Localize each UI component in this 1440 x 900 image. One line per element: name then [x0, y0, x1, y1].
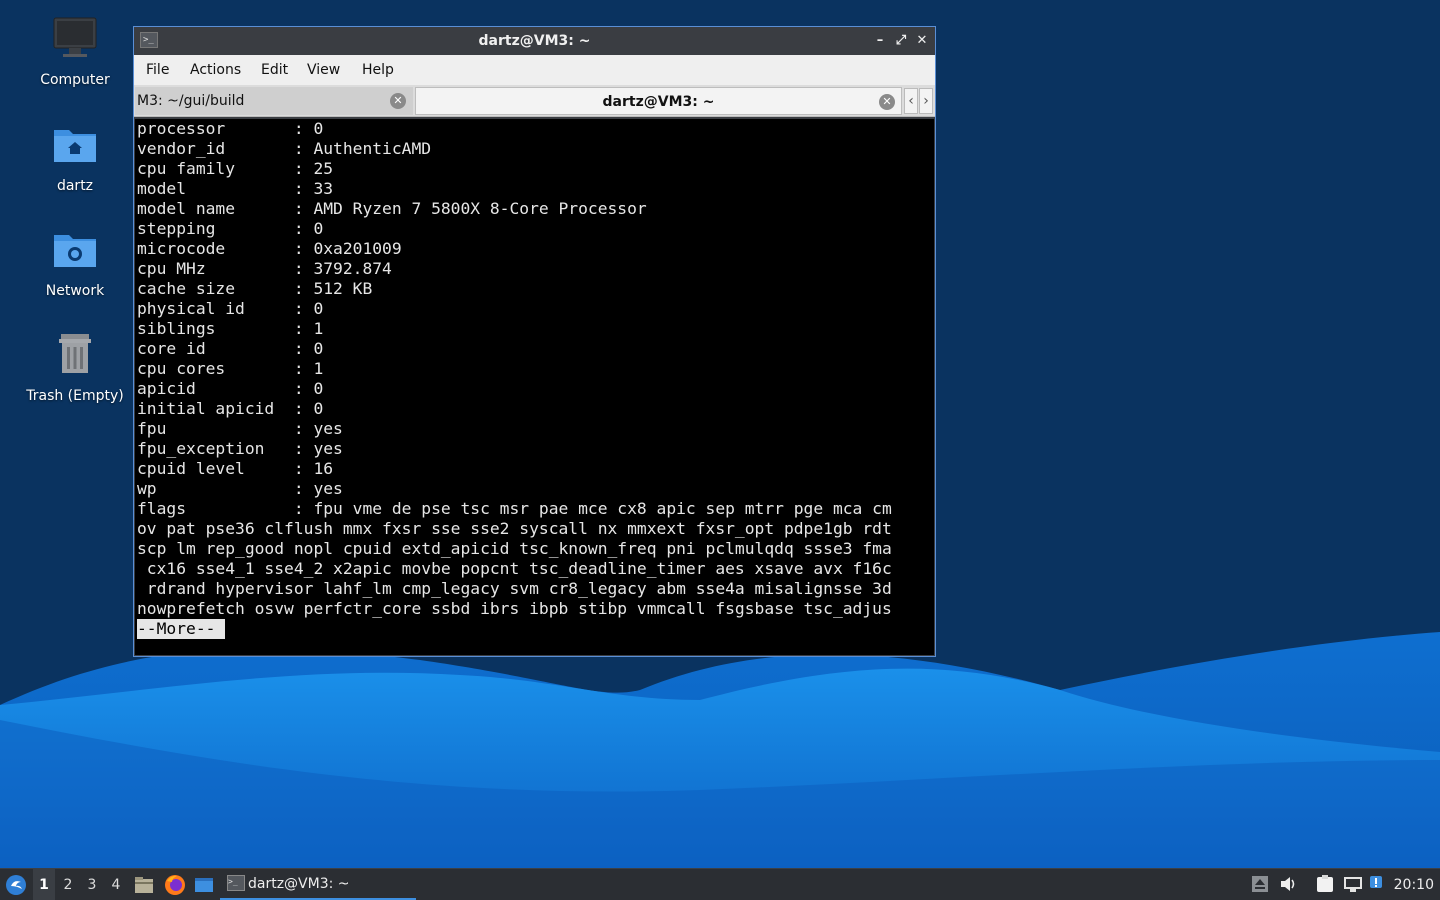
- terminal-line: apicid : 0: [137, 379, 324, 398]
- terminal-line: cx16 sse4_1 sse4_2 x2apic movbe popcnt t…: [137, 559, 892, 578]
- workspace-2[interactable]: 2: [57, 869, 79, 900]
- terminal-line: cpu MHz : 3792.874: [137, 259, 392, 278]
- desktop-icon-home[interactable]: dartz: [20, 120, 130, 194]
- terminal-line: fpu_exception : yes: [137, 439, 343, 458]
- task-label: dartz@VM3: ~: [248, 876, 350, 892]
- terminal-line: cache size : 512 KB: [137, 279, 373, 298]
- workspace-1[interactable]: 1: [33, 869, 55, 900]
- taskbar: 1 2 3 4 >_ dartz@VM3: ~ 20:10: [0, 868, 1440, 900]
- terminal-line: siblings : 1: [137, 319, 324, 338]
- chevron-left-icon[interactable]: ‹: [904, 88, 918, 114]
- terminal-line: wp : yes: [137, 479, 343, 498]
- chevron-right-icon[interactable]: ›: [919, 88, 933, 114]
- terminal-line: core id : 0: [137, 339, 324, 358]
- desktop-show-icon[interactable]: [194, 875, 214, 895]
- terminal-line: cpu cores : 1: [137, 359, 324, 378]
- window-title: dartz@VM3: ~: [478, 33, 591, 49]
- eject-icon[interactable]: [1251, 875, 1269, 893]
- desktop-icon-label: Network: [45, 283, 105, 299]
- terminal-line: nowprefetch osvw perfctr_core ssbd ibrs …: [137, 599, 892, 618]
- volume-icon[interactable]: [1279, 875, 1297, 893]
- terminal-line: model name : AMD Ryzen 7 5800X 8-Core Pr…: [137, 199, 647, 218]
- tab-close-icon[interactable]: ✕: [390, 93, 406, 109]
- terminal-line: physical id : 0: [137, 299, 324, 318]
- computer-icon: [53, 17, 97, 57]
- tab-close-icon[interactable]: ✕: [879, 94, 895, 110]
- tab-bar: M3: ~/gui/build ✕ dartz@VM3: ~ ✕ ‹ ›: [134, 85, 935, 117]
- notification-icon[interactable]: [1369, 875, 1387, 893]
- desktop-icon-trash[interactable]: Trash (Empty): [20, 330, 130, 404]
- terminal-icon: >_: [227, 875, 245, 891]
- terminal-text: processor : 0 vendor_id : AuthenticAMD cpu…: [135, 119, 934, 619]
- menu-edit[interactable]: Edit: [261, 55, 288, 85]
- terminal-line: microcode : 0xa201009: [137, 239, 402, 258]
- window-titlebar[interactable]: >_ dartz@VM3: ~ – ⤢ ✕: [134, 27, 935, 55]
- file-manager-icon[interactable]: [134, 875, 154, 895]
- terminal-window[interactable]: >_ dartz@VM3: ~ – ⤢ ✕ File Actions Edit …: [133, 26, 936, 657]
- more-prompt: --More--: [137, 619, 226, 639]
- tab-label: M3: ~/gui/build: [137, 93, 245, 109]
- tab-label: dartz@VM3: ~: [602, 94, 715, 110]
- workspace-3[interactable]: 3: [81, 869, 103, 900]
- terminal-line: vendor_id : AuthenticAMD: [137, 139, 432, 158]
- desktop-icon-label: Computer: [40, 72, 110, 88]
- clipboard-icon[interactable]: [1315, 875, 1337, 893]
- firefox-icon[interactable]: [164, 874, 186, 896]
- maximize-button[interactable]: ⤢: [891, 31, 911, 51]
- terminal-line: stepping : 0: [137, 219, 324, 238]
- desktop-icon-label: Trash (Empty): [26, 388, 124, 404]
- network-folder-icon: [54, 235, 96, 267]
- home-folder-icon: [54, 130, 96, 162]
- network-icon[interactable]: [1343, 875, 1363, 893]
- minimize-button[interactable]: –: [870, 31, 890, 51]
- menu-view[interactable]: View: [307, 55, 340, 85]
- taskbar-terminal-item[interactable]: >_ dartz@VM3: ~: [220, 869, 416, 900]
- terminal-line: cpuid level : 16: [137, 459, 334, 478]
- menubar: File Actions Edit View Help: [134, 55, 935, 85]
- desktop-icon-computer[interactable]: Computer: [20, 14, 130, 88]
- menu-file[interactable]: File: [146, 55, 169, 85]
- desktop-icon-network[interactable]: Network: [20, 225, 130, 299]
- terminal-output[interactable]: processor : 0 vendor_id : AuthenticAMD cpu…: [135, 119, 934, 655]
- menu-actions[interactable]: Actions: [190, 55, 241, 85]
- terminal-line: scp lm rep_good nopl cpuid extd_apicid t…: [137, 539, 892, 558]
- terminal-line: flags : fpu vme de pse tsc msr pae mce c…: [137, 499, 892, 518]
- menu-help[interactable]: Help: [362, 55, 394, 85]
- terminal-line: fpu : yes: [137, 419, 343, 438]
- terminal-line: initial apicid : 0: [137, 399, 324, 418]
- start-menu-icon[interactable]: [5, 874, 27, 896]
- terminal-line: rdrand hypervisor lahf_lm cmp_legacy svm…: [137, 579, 892, 598]
- terminal-line: model : 33: [137, 179, 334, 198]
- terminal-line: processor : 0: [137, 119, 324, 138]
- clock: 20:10: [1393, 877, 1434, 893]
- desktop-icon-label: dartz: [56, 178, 94, 194]
- terminal-line: cpu family : 25: [137, 159, 334, 178]
- close-button[interactable]: ✕: [912, 31, 932, 51]
- tab-gui-build[interactable]: M3: ~/gui/build ✕: [135, 87, 413, 115]
- workspace-4[interactable]: 4: [105, 869, 127, 900]
- tab-home[interactable]: dartz@VM3: ~ ✕: [415, 87, 902, 115]
- terminal-line: ov pat pse36 clflush mmx fxsr sse sse2 s…: [137, 519, 892, 538]
- trash-icon: [59, 334, 91, 373]
